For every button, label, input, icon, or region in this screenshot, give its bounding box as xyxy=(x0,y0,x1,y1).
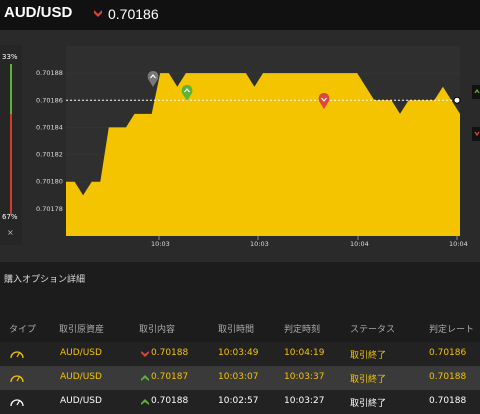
judge-rate-cell: 0.70188 xyxy=(429,372,467,382)
top-bar: AUD/USD 0.70186 xyxy=(0,0,480,30)
time-cell: 10:02:57 xyxy=(218,396,259,406)
asset-cell: AUD/USD xyxy=(60,348,102,358)
time-cell: 10:03:49 xyxy=(218,348,259,358)
down-edge-marker-icon[interactable] xyxy=(472,127,480,141)
asset-cell: AUD/USD xyxy=(60,396,102,406)
currency-pair[interactable]: AUD/USD xyxy=(4,4,72,21)
header-asset: 取引原資産 xyxy=(59,325,105,335)
x-tick-label: 10:03 xyxy=(151,240,170,248)
judge-time-cell: 10:03:37 xyxy=(284,372,325,382)
status-cell: 取引終了 xyxy=(350,375,387,385)
rate-cell: 0.70187 xyxy=(151,372,189,382)
y-tick-label: 0.70188 xyxy=(36,69,63,77)
x-tick-label: 10:03 xyxy=(250,240,269,248)
section-divider xyxy=(0,294,480,316)
judge-time-cell: 10:04:19 xyxy=(284,348,325,358)
x-tick-label: 10:04 xyxy=(350,240,369,248)
judge-time-cell: 10:03:27 xyxy=(284,396,325,406)
header-content: 取引内容 xyxy=(139,325,176,335)
table-row[interactable]: AUD/USD 0.70188 10:03:49 10:04:19 取引終了 0… xyxy=(0,342,480,366)
header-judge-rate: 判定レート xyxy=(429,325,475,335)
y-tick-label: 0.70180 xyxy=(36,178,63,186)
status-cell: 取引終了 xyxy=(350,351,387,361)
asset-cell: AUD/USD xyxy=(60,372,102,382)
y-tick-label: 0.70184 xyxy=(36,123,63,131)
down-arrow-icon xyxy=(141,351,149,357)
time-cell: 10:03:07 xyxy=(218,372,259,382)
table-row[interactable]: AUD/USD 0.70187 10:03:07 10:03:37 取引終了 0… xyxy=(0,366,480,390)
header-status: ステータス xyxy=(350,325,396,335)
current-rate-dot xyxy=(453,96,461,104)
price-chart: 0.70188 0.70186 0.70184 0.70182 0.70180 0.701… xyxy=(36,46,480,248)
rate-down-icon xyxy=(94,10,102,17)
current-rate: 0.70186 xyxy=(108,6,159,22)
header-judge-time: 判定時刻 xyxy=(284,325,321,335)
gauge-icon xyxy=(10,399,24,407)
section-title: 購入オプション詳細 xyxy=(4,275,86,285)
up-arrow-icon xyxy=(141,375,149,381)
up-arrow-icon xyxy=(141,399,149,405)
trade-table: タイプ 取引原資産 取引内容 取引時間 判定時刻 ステータス 判定レート AUD… xyxy=(0,316,480,414)
header-type: タイプ xyxy=(9,325,37,335)
rate-cell: 0.70188 xyxy=(151,348,189,358)
gauge-icon xyxy=(10,375,24,383)
y-tick-label: 0.70182 xyxy=(36,151,63,159)
judge-rate-cell: 0.70188 xyxy=(429,396,467,406)
rate-cell: 0.70188 xyxy=(151,396,189,406)
judge-rate-cell: 0.70186 xyxy=(429,348,467,358)
y-tick-label: 0.70178 xyxy=(36,205,63,213)
up-edge-marker-icon[interactable] xyxy=(472,85,480,99)
header-time: 取引時間 xyxy=(218,325,255,335)
gauge-icon xyxy=(10,351,24,359)
x-tick-label: 10:04 xyxy=(449,240,468,248)
status-cell: 取引終了 xyxy=(350,399,387,409)
y-tick-label: 0.70186 xyxy=(36,96,63,104)
table-row[interactable]: AUD/USD 0.70188 10:02:57 10:03:27 取引終了 0… xyxy=(0,390,480,414)
